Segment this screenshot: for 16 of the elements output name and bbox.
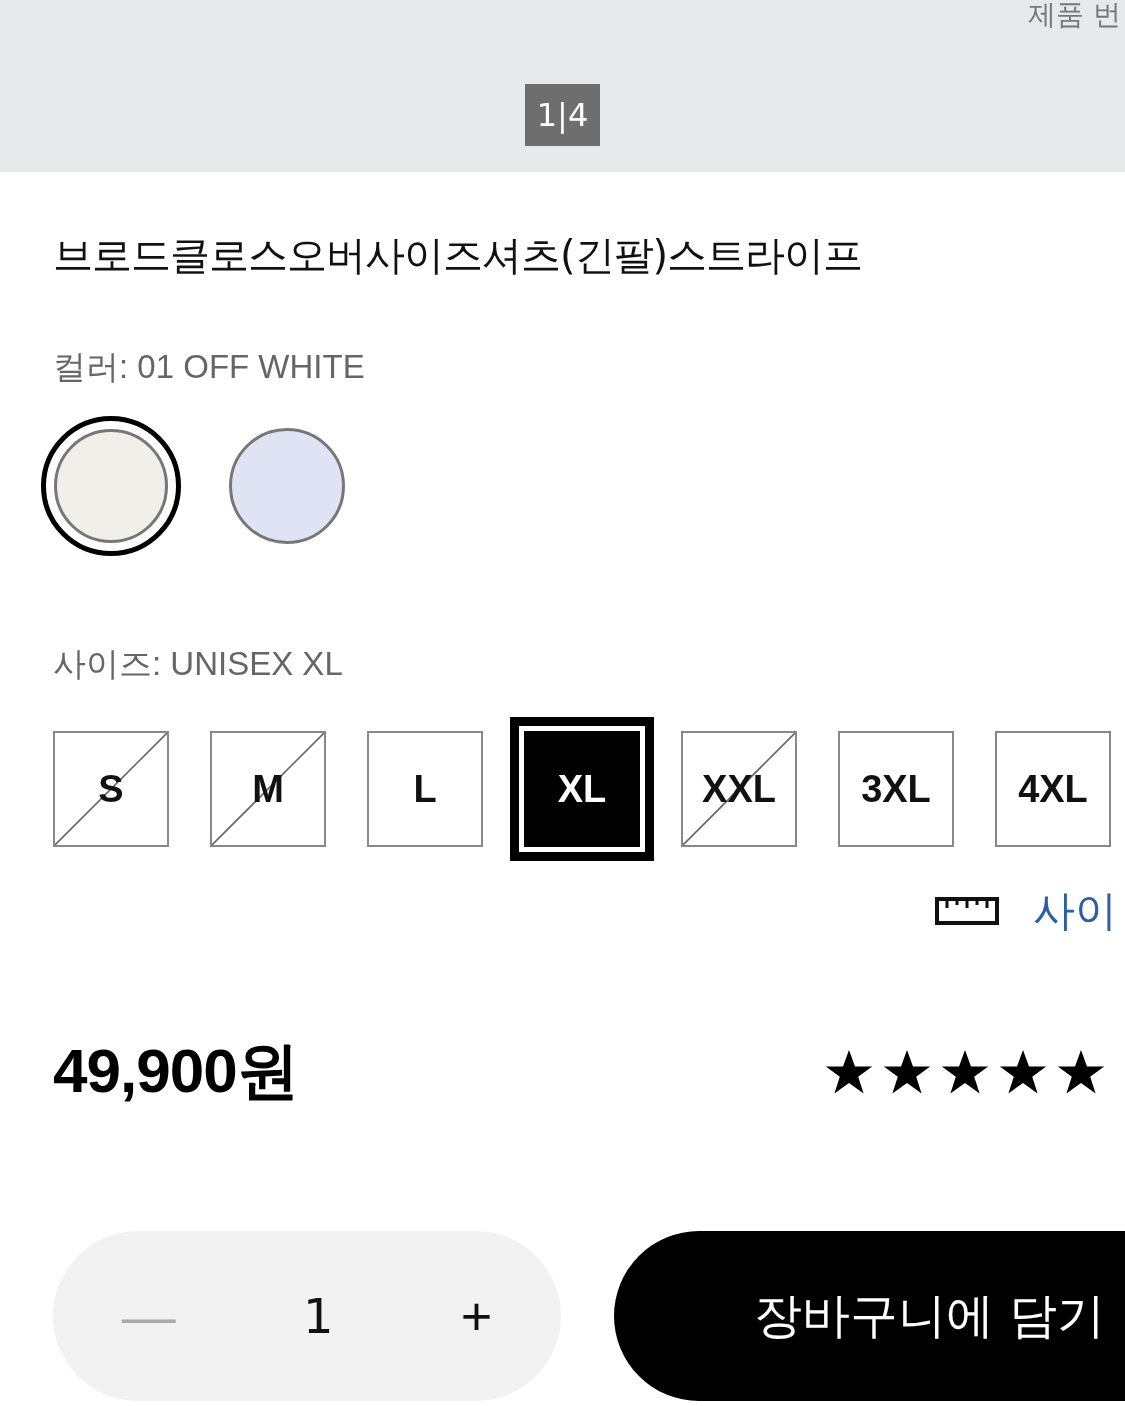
price: 49,900원 [53,1035,298,1107]
size-option[interactable]: L [367,731,483,847]
size-option[interactable]: XL [510,717,654,861]
increase-button[interactable]: + [450,1285,503,1347]
size-option[interactable]: 4XL [995,731,1111,847]
size-option[interactable]: 3XL [838,731,954,847]
page-indicator: 1|4 [525,84,600,146]
product-number-label: 제품 번 [1028,0,1121,33]
add-to-cart-button[interactable]: 장바구니에 담기 [614,1231,1125,1401]
ruler-icon [935,897,999,925]
color-swatch[interactable] [41,416,181,556]
size-label: 사이즈: UNISEX XL [53,644,344,684]
size-guide-link[interactable]: 사이 [1033,883,1117,939]
color-label: 컬러: 01 OFF WHITE [53,347,366,387]
product-title: 브로드클로스오버사이즈셔츠(긴팔)스트라이프 [53,231,864,280]
quantity-value: 1 [302,1288,334,1344]
